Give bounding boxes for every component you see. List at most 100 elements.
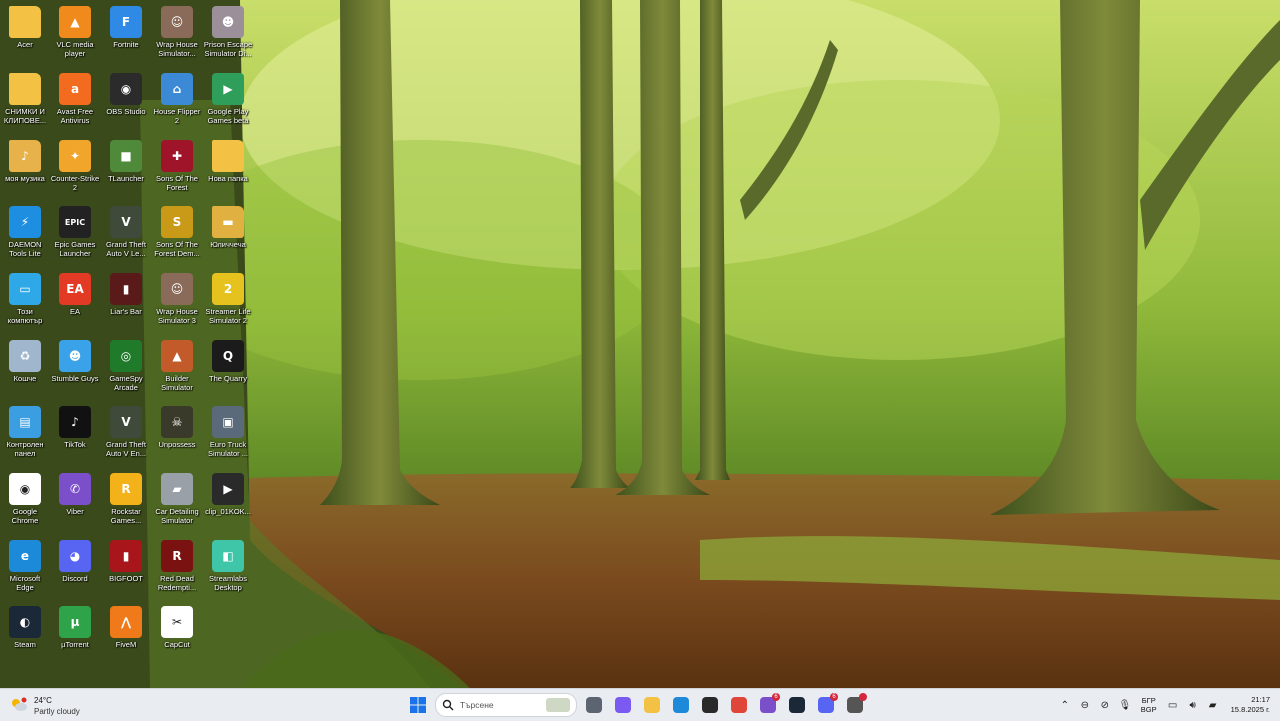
taskbar-search-box[interactable]: Търсене — [435, 693, 577, 717]
copilot-icon — [615, 697, 631, 713]
network-icon[interactable]: ▭ — [1163, 695, 1183, 715]
desktop-shortcut[interactable]: S Sons Of The Forest Dem... — [152, 202, 202, 258]
desktop-shortcut[interactable]: ☻ Prison Escape Simulator Di... — [203, 2, 253, 58]
battery-icon[interactable]: ▰ — [1203, 695, 1223, 715]
desktop-shortcut[interactable]: ▲ VLC media player — [50, 2, 100, 58]
desktop-shortcut[interactable]: ☻ Stumble Guys — [50, 336, 100, 383]
desktop-shortcut-label: Acer — [17, 40, 33, 49]
desktop-shortcut[interactable]: ◧ Streamlabs Desktop — [203, 536, 253, 592]
desktop-shortcut[interactable]: Acer — [0, 2, 50, 49]
desktop-shortcut[interactable]: V Grand Theft Auto V En... — [101, 402, 151, 458]
weather-condition: Partly cloudy — [34, 707, 80, 716]
start-button[interactable] — [406, 693, 430, 717]
desktop-shortcut[interactable]: ♻ Кошче — [0, 336, 50, 383]
desktop-shortcut-label: Builder Simulator — [161, 374, 193, 392]
desktop-shortcut-label: VLC media player — [56, 40, 94, 58]
desktop-shortcut[interactable]: Нова папка — [203, 136, 253, 183]
desktop-shortcut[interactable]: ▭ Този компютър — [0, 269, 50, 325]
desktop-shortcut-label: EA — [69, 307, 80, 316]
desktop-shortcut[interactable]: ▮ BIGFOOT — [101, 536, 151, 583]
language-line-2: BGP — [1140, 705, 1157, 714]
desktop-shortcut[interactable]: ☺ Wrap House Simulator 3 — [152, 269, 202, 325]
taskbar-clock[interactable]: 21:17 15.8.2025 г. — [1231, 695, 1270, 715]
desktop-shortcut[interactable]: ▲ Builder Simulator — [152, 336, 202, 392]
desktop-shortcut[interactable]: ♪ TikTok — [50, 402, 100, 449]
desktop-shortcut[interactable]: СНИМКИ И КЛИПОВЕ... — [0, 69, 50, 125]
avast-icon: a — [59, 73, 91, 105]
desktop-shortcut[interactable]: ▶ Google Play Games beta — [203, 69, 253, 125]
file-explorer-icon — [644, 697, 660, 713]
taskbar-app-button[interactable] — [582, 693, 606, 717]
fivem-icon: ⋀ — [110, 606, 142, 638]
taskbar-app-button[interactable] — [611, 693, 635, 717]
desktop-shortcut-label: The Quarry — [209, 374, 247, 383]
desktop-shortcut-label: Streamlabs Desktop — [209, 574, 247, 592]
taskbar-app-button[interactable] — [669, 693, 693, 717]
desktop-shortcut[interactable]: ◉ OBS Studio — [101, 69, 151, 116]
desktop-shortcut-label: Wrap House Simulator... — [156, 40, 198, 58]
desktop-shortcut-label: Нова папка — [208, 174, 248, 183]
chrome-icon — [731, 697, 747, 713]
desktop-shortcut[interactable]: ♪ моя музика — [0, 136, 50, 183]
desktop-shortcut[interactable]: ☺ Wrap House Simulator... — [152, 2, 202, 58]
taskbar-app-button[interactable] — [843, 693, 867, 717]
clock-date: 15.8.2025 г. — [1230, 705, 1270, 714]
desktop-shortcut[interactable]: ◕ Discord — [50, 536, 100, 583]
taskbar: 24°C Partly cloudy Търсене 6 6 ⌃ ⊖ ⊘ 🎙︎ Б… — [0, 688, 1280, 721]
desktop-shortcut[interactable]: R Rockstar Games... — [101, 469, 151, 525]
desktop-shortcut-label: Viber — [66, 507, 84, 516]
desktop-shortcut-label: Microsoft Edge — [9, 574, 41, 592]
desktop-shortcut[interactable]: ☠ Unpossess — [152, 402, 202, 449]
desktop-shortcut[interactable]: ⌂ House Flipper 2 — [152, 69, 202, 125]
desktop-shortcut[interactable]: ■ TLauncher — [101, 136, 151, 183]
utorrent-icon: µ — [59, 606, 91, 638]
desktop-shortcut[interactable]: ▬ Юличчеча — [203, 202, 253, 249]
desktop-shortcut[interactable]: ▤ Контролен панел — [0, 402, 50, 458]
desktop-shortcut[interactable]: ✦ Counter-Strike 2 — [50, 136, 100, 192]
weather-widget[interactable]: 24°C Partly cloudy — [8, 693, 108, 717]
desktop-shortcut[interactable]: V Grand Theft Auto V Le... — [101, 202, 151, 258]
desktop-shortcut[interactable]: F Fortnite — [101, 2, 151, 49]
desktop-shortcut-label: TikTok — [64, 440, 86, 449]
desktop-shortcut[interactable]: ▣ Euro Truck Simulator ... — [203, 402, 253, 458]
desktop-shortcut[interactable]: ✂ CapCut — [152, 602, 202, 649]
desktop-shortcut[interactable]: Q The Quarry — [203, 336, 253, 383]
taskbar-app-button[interactable] — [640, 693, 664, 717]
desktop-shortcut[interactable]: ⋀ FiveM — [101, 602, 151, 649]
desktop-shortcut[interactable]: e Microsoft Edge — [0, 536, 50, 592]
desktop-shortcut[interactable]: R Red Dead Redempti... — [152, 536, 202, 592]
desktop-shortcut[interactable]: ✚ Sons Of The Forest — [152, 136, 202, 192]
input-language-indicator[interactable]: БГР BGP — [1141, 696, 1157, 714]
show-hidden-icons-chevron-icon[interactable]: ⌃ — [1055, 695, 1075, 715]
tray-app-icon[interactable]: ⊖ — [1075, 695, 1095, 715]
desktop-shortcut[interactable]: ▰ Car Detailing Simulator — [152, 469, 202, 525]
game-icon: ☠ — [161, 406, 193, 438]
desktop-shortcut[interactable]: EA EA — [50, 269, 100, 316]
desktop-shortcut[interactable]: ◎ GameSpy Arcade — [101, 336, 151, 392]
tray-bluetooth-icon[interactable]: ⊘ — [1095, 695, 1115, 715]
desktop-shortcut[interactable]: ✆ Viber — [50, 469, 100, 516]
desktop-shortcut-label: TLauncher — [108, 174, 144, 183]
microphone-icon[interactable]: 🎙︎ — [1115, 695, 1135, 715]
desktop-shortcut[interactable]: 2 Streamer Life Simulator 2 — [203, 269, 253, 325]
volume-icon[interactable]: 🔊︎ — [1183, 695, 1203, 715]
desktop-shortcut[interactable]: ◉ Google Chrome — [0, 469, 50, 525]
taskbar-app-button[interactable] — [785, 693, 809, 717]
desktop-shortcut-label: Sons Of The Forest Dem... — [154, 240, 200, 258]
taskbar-app-button[interactable] — [698, 693, 722, 717]
computer-icon: ▭ — [9, 273, 41, 305]
taskbar-app-button[interactable]: 6 — [814, 693, 838, 717]
taskbar-app-button[interactable]: 6 — [756, 693, 780, 717]
desktop-shortcut[interactable]: EPIC Epic Games Launcher — [50, 202, 100, 258]
taskbar-app-button[interactable] — [727, 693, 751, 717]
desktop-shortcut[interactable]: ▮ Liar's Bar — [101, 269, 151, 316]
search-highlight-image — [546, 698, 570, 712]
desktop-shortcut[interactable]: a Avast Free Antivirus — [50, 69, 100, 125]
desktop-shortcut[interactable]: ⚡ DAEMON Tools Lite — [0, 202, 50, 258]
game-icon: Q — [212, 340, 244, 372]
desktop-shortcut[interactable]: ▶ clip_01KOK... — [203, 469, 253, 516]
desktop-shortcut-label: CapCut — [164, 640, 190, 649]
desktop-shortcut-label: clip_01KOK... — [205, 507, 251, 516]
desktop-shortcut[interactable]: ◐ Steam — [0, 602, 50, 649]
desktop-shortcut[interactable]: µ µTorrent — [50, 602, 100, 649]
